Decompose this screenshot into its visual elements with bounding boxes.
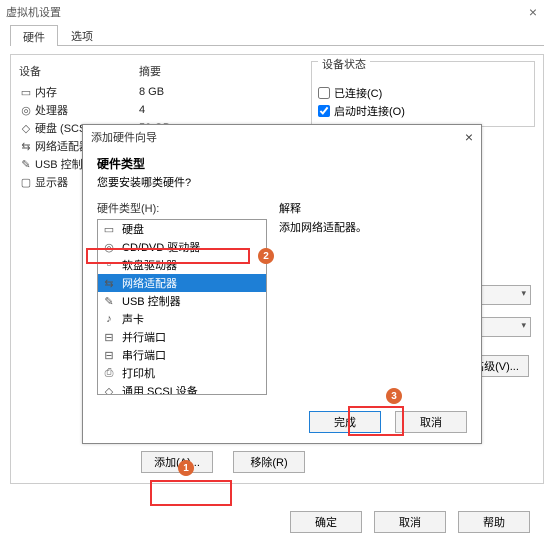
hw-item[interactable]: ◎ CD/DVD 驱动器 [98, 238, 266, 256]
hw-item-label: 并行端口 [122, 329, 166, 345]
remove-button[interactable]: 移除(R) [233, 451, 305, 473]
device-icon: ✎ [19, 158, 33, 171]
wizard-title: 添加硬件向导 [91, 129, 157, 145]
device-icon: ▢ [19, 176, 33, 189]
help-button[interactable]: 帮助 [458, 511, 530, 533]
col-device: 设备 [19, 63, 139, 79]
hw-item-label: 通用 SCSI 设备 [122, 383, 198, 395]
add-hardware-wizard: 添加硬件向导 × 硬件类型 您要安装哪类硬件? 硬件类型(H): ▭ 硬盘 ◎ CD/… [82, 124, 482, 444]
hw-item-label: 硬盘 [122, 221, 144, 237]
hw-item-icon: ♪ [102, 313, 116, 325]
hw-item[interactable]: ▫ 软盘驱动器 [98, 256, 266, 274]
finish-button[interactable]: 完成 [309, 411, 381, 433]
device-icon: ⇆ [19, 140, 33, 153]
hw-item-label: 串行端口 [122, 347, 166, 363]
wizard-close-icon[interactable]: × [465, 129, 473, 145]
hw-item-label: USB 控制器 [122, 293, 181, 309]
connect-on-start-checkbox[interactable]: 启动时连接(O) [318, 102, 528, 120]
tab-hardware[interactable]: 硬件 [10, 25, 58, 46]
hw-item[interactable]: ⊟ 串行端口 [98, 346, 266, 364]
hw-item-icon: ⊟ [102, 331, 116, 344]
hw-type-label: 硬件类型(H): [97, 200, 267, 216]
device-status-group: 设备状态 已连接(C) 启动时连接(O) [311, 61, 535, 127]
tab-options[interactable]: 选项 [58, 24, 106, 45]
hw-item[interactable]: ⎙ 打印机 [98, 364, 266, 382]
wizard-subheading: 您要安装哪类硬件? [97, 177, 191, 189]
hw-item[interactable]: ⇆ 网络适配器 [98, 274, 266, 292]
hw-item[interactable]: ◇ 通用 SCSI 设备 [98, 382, 266, 395]
callout-badge-3: 3 [386, 388, 402, 404]
close-icon[interactable]: × [518, 4, 548, 20]
callout-badge-2: 2 [258, 248, 274, 264]
device-icon: ▭ [19, 86, 33, 99]
window-title: 虚拟机设置 [6, 4, 61, 20]
device-name: 处理器 [35, 105, 68, 117]
hw-item-icon: ⎙ [102, 367, 116, 380]
hw-item[interactable]: ♪ 声卡 [98, 310, 266, 328]
description-label: 解释 [279, 200, 467, 216]
hw-type-list[interactable]: ▭ 硬盘 ◎ CD/DVD 驱动器 ▫ 软盘驱动器 ⇆ 网络适配器 ✎ USB 控制器 ♪ 声卡 ⊟ 并行… [97, 219, 267, 395]
hw-item[interactable]: ✎ USB 控制器 [98, 292, 266, 310]
hw-item-icon: ✎ [102, 295, 116, 308]
device-name: 内存 [35, 87, 57, 99]
wizard-heading: 硬件类型 [97, 155, 467, 172]
hw-item-icon: ▫ [102, 259, 116, 271]
cancel-button[interactable]: 取消 [374, 511, 446, 533]
hw-item-icon: ⇆ [102, 277, 116, 290]
hw-item-label: CD/DVD 驱动器 [122, 239, 200, 255]
hw-item-icon: ◎ [102, 241, 116, 254]
hw-item[interactable]: ⊟ 并行端口 [98, 328, 266, 346]
hw-item[interactable]: ▭ 硬盘 [98, 220, 266, 238]
hw-item-label: 打印机 [122, 365, 155, 381]
status-title: 设备状态 [318, 56, 370, 72]
device-icon: ◎ [19, 104, 33, 117]
connected-checkbox[interactable]: 已连接(C) [318, 84, 528, 102]
add-button[interactable]: 添加(A)... [141, 451, 213, 473]
description-text: 添加网络适配器。 [279, 219, 467, 235]
wizard-cancel-button[interactable]: 取消 [395, 411, 467, 433]
hw-item-label: 软盘驱动器 [122, 257, 177, 273]
device-icon: ◇ [19, 122, 33, 135]
ok-button[interactable]: 确定 [290, 511, 362, 533]
hw-item-icon: ▭ [102, 223, 116, 236]
hw-item-label: 声卡 [122, 311, 144, 327]
device-name: 显示器 [35, 177, 68, 189]
hw-item-icon: ◇ [102, 385, 116, 396]
hw-item-label: 网络适配器 [122, 275, 177, 291]
callout-badge-1: 1 [178, 460, 194, 476]
hw-item-icon: ⊟ [102, 349, 116, 362]
